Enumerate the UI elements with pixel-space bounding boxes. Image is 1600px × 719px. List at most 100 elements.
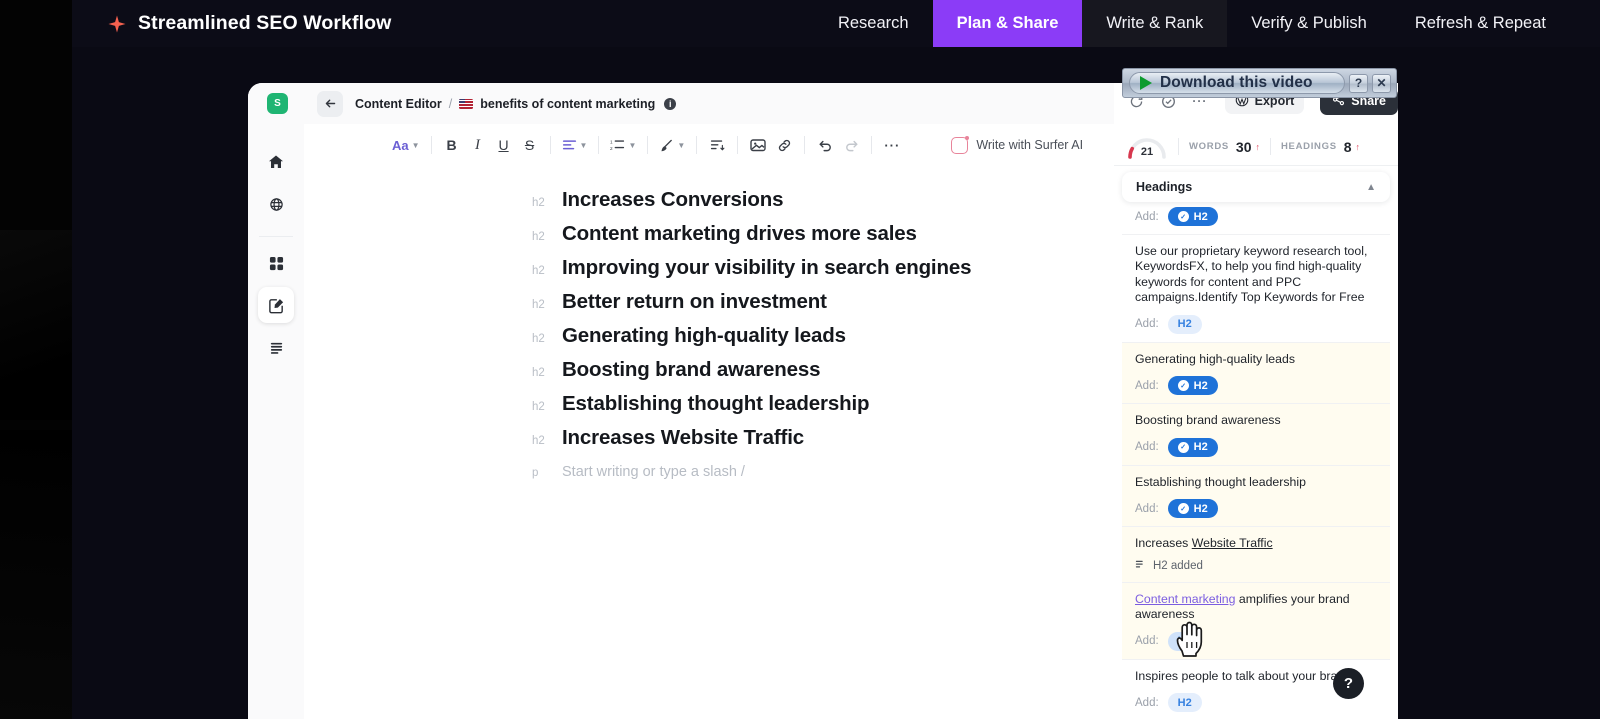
block-tag-label: h2 xyxy=(532,367,545,379)
words-trend-icon: ↑ xyxy=(1255,141,1261,152)
panel-stats-bar: 21 WORDS 30 ↑ HEADINGS 8 ↑ xyxy=(1114,128,1398,166)
pill-label: H2 xyxy=(1177,318,1192,331)
block-tag-label: h2 xyxy=(532,265,545,277)
rail-divider xyxy=(259,236,293,237)
background-streak-lower xyxy=(0,430,72,719)
list-icon[interactable] xyxy=(258,329,294,365)
heading-suggestion-item[interactable]: Content marketing amplifies your brand a… xyxy=(1122,582,1390,660)
suggestion-text-underlined: Website Traffic xyxy=(1191,536,1273,551)
sparkle-box-icon xyxy=(951,135,970,154)
left-icon-rail xyxy=(248,124,304,719)
overlay-help-button[interactable]: ? xyxy=(1349,73,1368,93)
font-size-label: Aa xyxy=(392,137,409,153)
suggestion-text: Boosting brand awareness xyxy=(1135,413,1281,428)
add-h2-pill[interactable]: H2 xyxy=(1167,314,1202,334)
desktop-background-strip xyxy=(0,0,72,719)
chevron-down-icon: ▼ xyxy=(411,140,420,150)
words-value: 30 xyxy=(1235,138,1252,155)
nav-tabs: Research Plan & Share Write & Rank Verif… xyxy=(814,0,1570,47)
pill-label: H2 xyxy=(1193,379,1208,392)
link-icon[interactable] xyxy=(771,131,797,159)
toolbar-divider xyxy=(871,136,873,154)
headings-section-title: Headings xyxy=(1136,180,1193,194)
editor-placeholder: Start writing or type a slash / xyxy=(562,464,745,480)
redo-icon[interactable] xyxy=(838,131,864,159)
add-label: Add: xyxy=(1135,379,1159,392)
tab-refresh-and-repeat[interactable]: Refresh & Repeat xyxy=(1391,0,1570,47)
brand-title: Streamlined SEO Workflow xyxy=(138,12,392,34)
tab-plan-and-share[interactable]: Plan & Share xyxy=(932,0,1083,47)
download-label: Download this video xyxy=(1160,74,1313,91)
check-icon: ✓ xyxy=(1177,503,1189,515)
suggestion-link[interactable]: Content marketing xyxy=(1135,592,1235,606)
headings-suggestion-list[interactable]: Add: ✓ H2 Use our proprietary keyword re… xyxy=(1122,196,1390,719)
chevron-down-icon: ▼ xyxy=(628,140,637,150)
heading-suggestion-item[interactable]: Increases Website Traffic H2 added xyxy=(1122,527,1390,583)
image-icon[interactable] xyxy=(745,131,771,159)
headings-label: HEADINGS xyxy=(1281,141,1337,152)
help-button[interactable]: ? xyxy=(1333,668,1364,699)
check-icon: ✓ xyxy=(1177,380,1189,392)
brand: Streamlined SEO Workflow xyxy=(108,12,391,35)
italic-button[interactable]: I xyxy=(465,131,491,159)
info-icon[interactable]: i xyxy=(664,97,677,110)
add-h2-pill[interactable]: ✓ H2 xyxy=(1167,437,1218,457)
heading-suggestion-item[interactable]: Establishing thought leadership Add: ✓ H… xyxy=(1122,465,1390,528)
toolbar-divider xyxy=(430,136,432,154)
pill-label: H2 xyxy=(1193,210,1208,223)
add-h2-pill[interactable]: ✓ H2 xyxy=(1167,376,1218,396)
more-options-button[interactable]: ··· xyxy=(879,131,905,159)
added-label: H2 added xyxy=(1153,560,1203,573)
add-h2-pill[interactable]: ✓ H2 xyxy=(1167,207,1218,226)
heading-text: Better return on investment xyxy=(562,290,827,313)
content-score-gauge: 21 xyxy=(1126,135,1168,159)
bold-button[interactable]: B xyxy=(439,131,465,159)
ordered-list-icon[interactable]: 12 ▼ xyxy=(606,131,640,159)
chevron-up-icon[interactable]: ▲ xyxy=(1366,182,1376,193)
write-with-surfer-ai-button[interactable]: Write with Surfer AI xyxy=(951,135,1084,154)
stat-divider xyxy=(1178,138,1179,155)
background-streak-upper xyxy=(0,230,72,420)
breadcrumb-root[interactable]: Content Editor xyxy=(355,97,442,111)
heading-suggestion-item[interactable]: Use our proprietary keyword research too… xyxy=(1122,235,1390,343)
pill-label: H2 xyxy=(1177,696,1192,709)
tab-write-and-rank[interactable]: Write & Rank xyxy=(1082,0,1228,47)
tab-research[interactable]: Research xyxy=(814,0,933,47)
font-size-button[interactable]: Aa ▼ xyxy=(388,131,424,159)
content-editor-icon[interactable] xyxy=(258,287,294,323)
block-tag-label: p xyxy=(532,467,539,479)
toolbar-divider xyxy=(598,136,600,154)
add-label: Add: xyxy=(1135,696,1159,709)
added-status: H2 added xyxy=(1135,559,1377,574)
home-icon[interactable] xyxy=(258,144,294,180)
app-logo[interactable]: S xyxy=(267,93,288,114)
suggestion-text: Use our proprietary keyword research too… xyxy=(1135,244,1368,305)
brush-icon[interactable]: ▼ xyxy=(655,131,689,159)
breadcrumb-separator: / xyxy=(448,96,453,111)
globe-icon[interactable] xyxy=(258,186,294,222)
strikethrough-button[interactable]: S xyxy=(517,131,543,159)
back-button[interactable] xyxy=(317,90,343,117)
toolbar-divider xyxy=(737,136,739,154)
tab-verify-and-publish[interactable]: Verify & Publish xyxy=(1227,0,1391,47)
underline-button[interactable]: U xyxy=(491,131,517,159)
heading-text: Establishing thought leadership xyxy=(562,392,870,415)
content-score-value: 21 xyxy=(1140,145,1154,158)
us-flag-icon xyxy=(459,98,474,109)
download-video-overlay: Download this video ? ✕ xyxy=(1122,68,1397,98)
add-h2-pill[interactable]: ✓ H2 xyxy=(1167,499,1218,519)
indent-icon[interactable] xyxy=(704,131,730,159)
grid-icon[interactable] xyxy=(258,245,294,281)
download-this-video-button[interactable]: Download this video xyxy=(1129,72,1345,94)
align-icon[interactable]: ▼ xyxy=(558,131,592,159)
add-h2-pill[interactable]: H2 xyxy=(1167,693,1202,713)
heading-suggestion-item[interactable]: Generating high-quality leads Add: ✓ H2 xyxy=(1122,342,1390,405)
undo-icon[interactable] xyxy=(812,131,838,159)
write-with-surfer-ai-label: Write with Surfer AI xyxy=(976,138,1084,152)
add-label: Add: xyxy=(1135,210,1159,223)
heading-suggestion-item[interactable]: Boosting brand awareness Add: ✓ H2 xyxy=(1122,404,1390,466)
breadcrumb-current: benefits of content marketing xyxy=(480,96,656,111)
overlay-close-button[interactable]: ✕ xyxy=(1372,73,1391,93)
heading-text: Increases Conversions xyxy=(562,188,784,211)
headings-section-header[interactable]: Headings ▲ xyxy=(1122,172,1390,202)
